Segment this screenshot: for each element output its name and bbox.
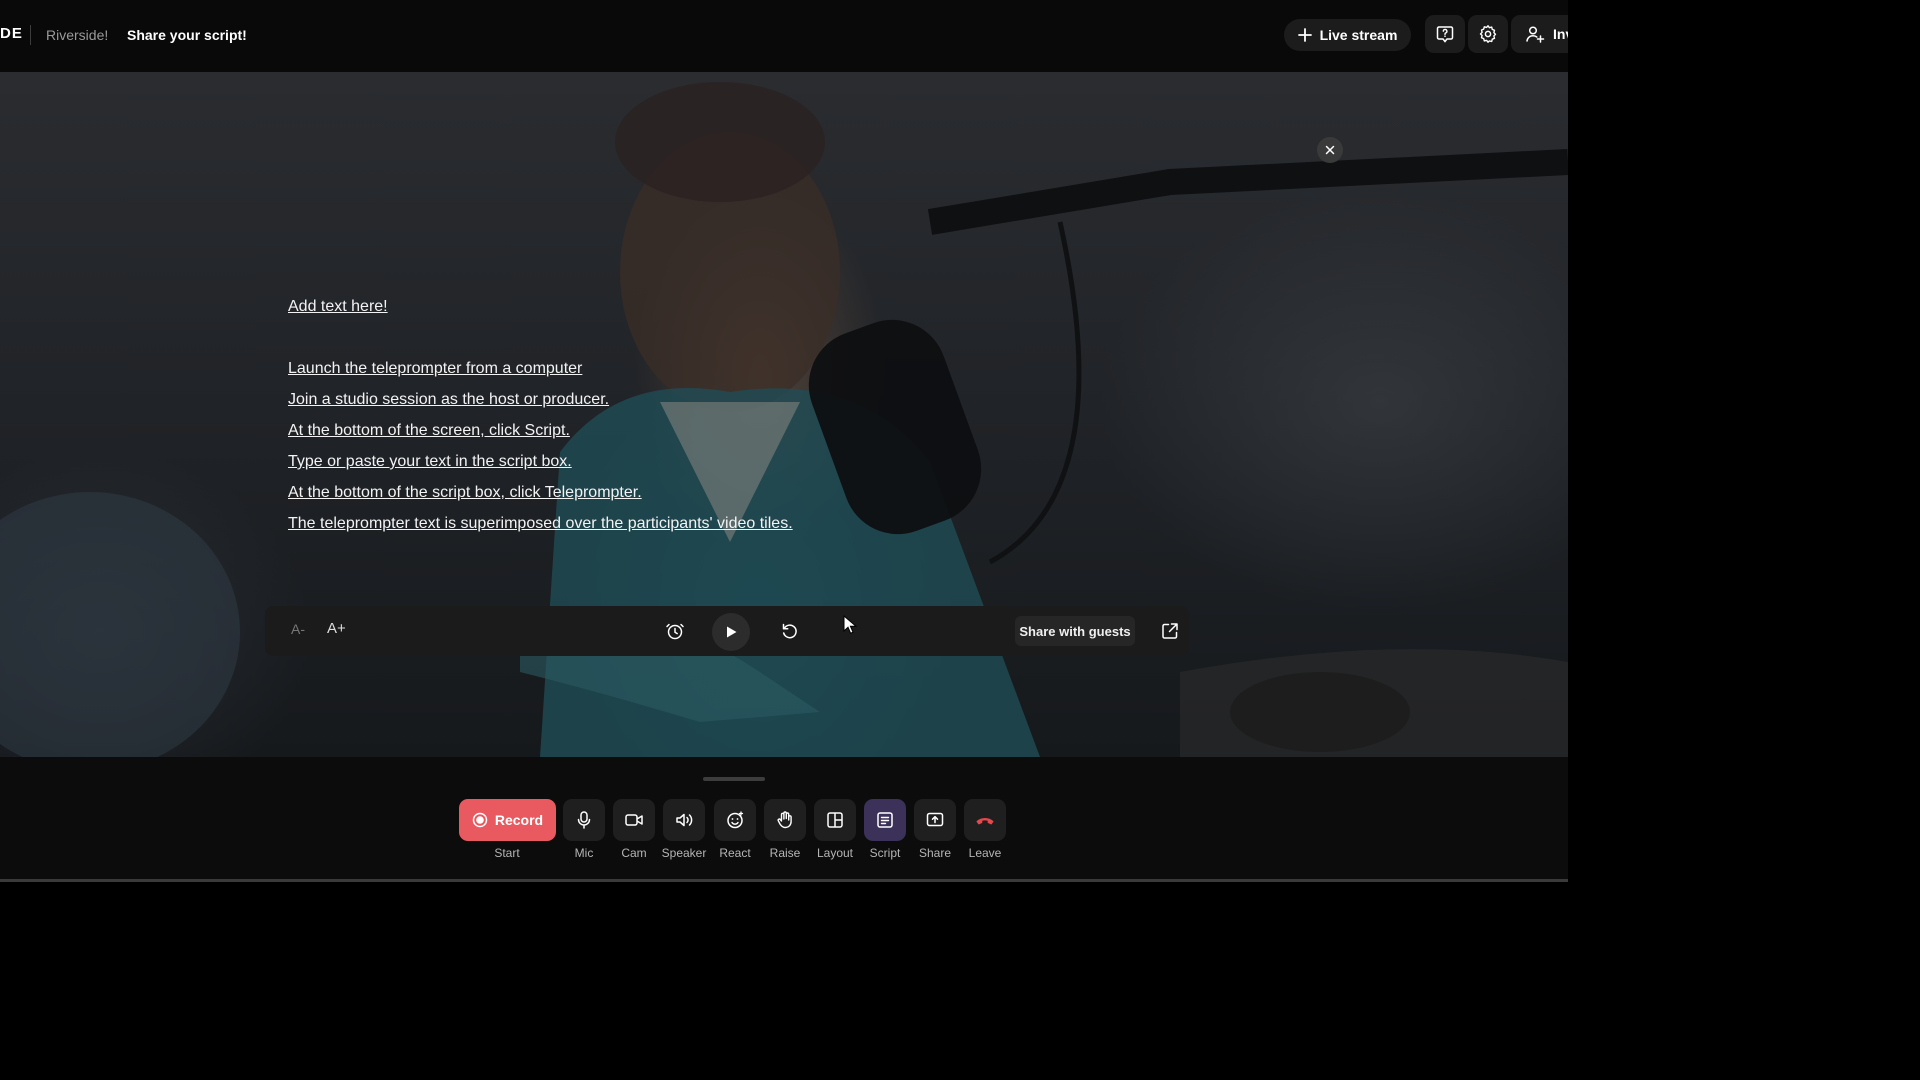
script-line: At the bottom of the script box, click T… [288,484,642,501]
help-chat-button[interactable] [1425,15,1465,53]
popout-button[interactable] [1157,618,1183,644]
live-stream-button[interactable]: Live stream [1284,19,1411,51]
layout-button[interactable] [814,799,856,841]
script-line: The teleprompter text is superimposed ov… [288,515,793,532]
gear-icon [1479,25,1497,43]
speaker-icon [676,813,693,827]
studio-window: DE Riverside! Share your script! Live st… [0,0,1568,880]
brand-logo: DE [0,25,23,42]
leave-button[interactable] [964,799,1006,841]
react-button[interactable] [714,799,756,841]
empty-area-right [1568,0,1920,1080]
record-icon [472,812,488,828]
play-icon [727,626,737,638]
script-icon [877,812,893,828]
cam-button[interactable] [613,799,655,841]
script-line: Type or paste your text in the script bo… [288,453,572,470]
settings-button[interactable] [1468,15,1508,53]
record-button[interactable]: Record [459,799,556,841]
drag-handle[interactable] [703,777,765,781]
speaker-button[interactable] [663,799,705,841]
timer-button[interactable] [657,613,693,649]
teleprompter-toolbar: A- A+ Share with guests [265,606,1189,656]
share-with-guests-button[interactable]: Share with guests [1015,616,1135,646]
help-chat-icon [1436,26,1454,43]
script-line: At the bottom of the screen, click Scrip… [288,422,570,439]
restart-icon [782,623,797,639]
live-stream-label: Live stream [1319,27,1398,43]
close-icon [1325,145,1335,155]
studio-name: Riverside! [46,27,109,43]
teleprompter-text[interactable]: Add text here! Launch the teleprompter f… [288,291,1048,539]
top-bar: DE Riverside! Share your script! Live st… [0,0,1568,72]
empty-area-bottom [0,882,1568,1080]
close-teleprompter-button[interactable] [1317,137,1343,163]
share-screen-icon [926,812,944,827]
mouse-cursor-icon [843,615,857,634]
camera-icon [625,814,643,826]
share-screen-button[interactable] [914,799,956,841]
start-label: Start [494,846,520,860]
restart-button[interactable] [772,613,808,649]
script-line: Add text here! [288,298,388,315]
play-button[interactable] [712,613,750,651]
hang-up-icon [976,818,994,825]
raise-hand-button[interactable] [764,799,806,841]
increase-font-button[interactable]: A+ [327,620,346,637]
script-line: Join a studio session as the host or pro… [288,391,610,408]
emoji-icon [727,811,744,829]
hand-icon [777,811,792,829]
header-divider [30,25,31,45]
mic-button[interactable] [563,799,605,841]
script-line: Launch the teleprompter from a computer [288,360,583,377]
script-blank-line [288,322,1048,353]
session-title[interactable]: Share your script! [127,27,247,43]
script-button[interactable] [864,799,906,841]
layout-icon [827,812,843,828]
invite-label: Invite [1553,26,1568,42]
microphone-icon [577,811,591,829]
external-link-icon [1162,623,1178,639]
record-label: Record [494,812,544,828]
add-person-icon [1526,26,1545,43]
leave-label: Leave [968,846,1002,860]
invite-button[interactable]: Invite [1511,15,1568,53]
timer-icon [666,623,684,640]
plus-icon [1297,28,1312,42]
decrease-font-button[interactable]: A- [291,621,305,637]
video-stage: Add text here! Launch the teleprompter f… [0,72,1568,757]
